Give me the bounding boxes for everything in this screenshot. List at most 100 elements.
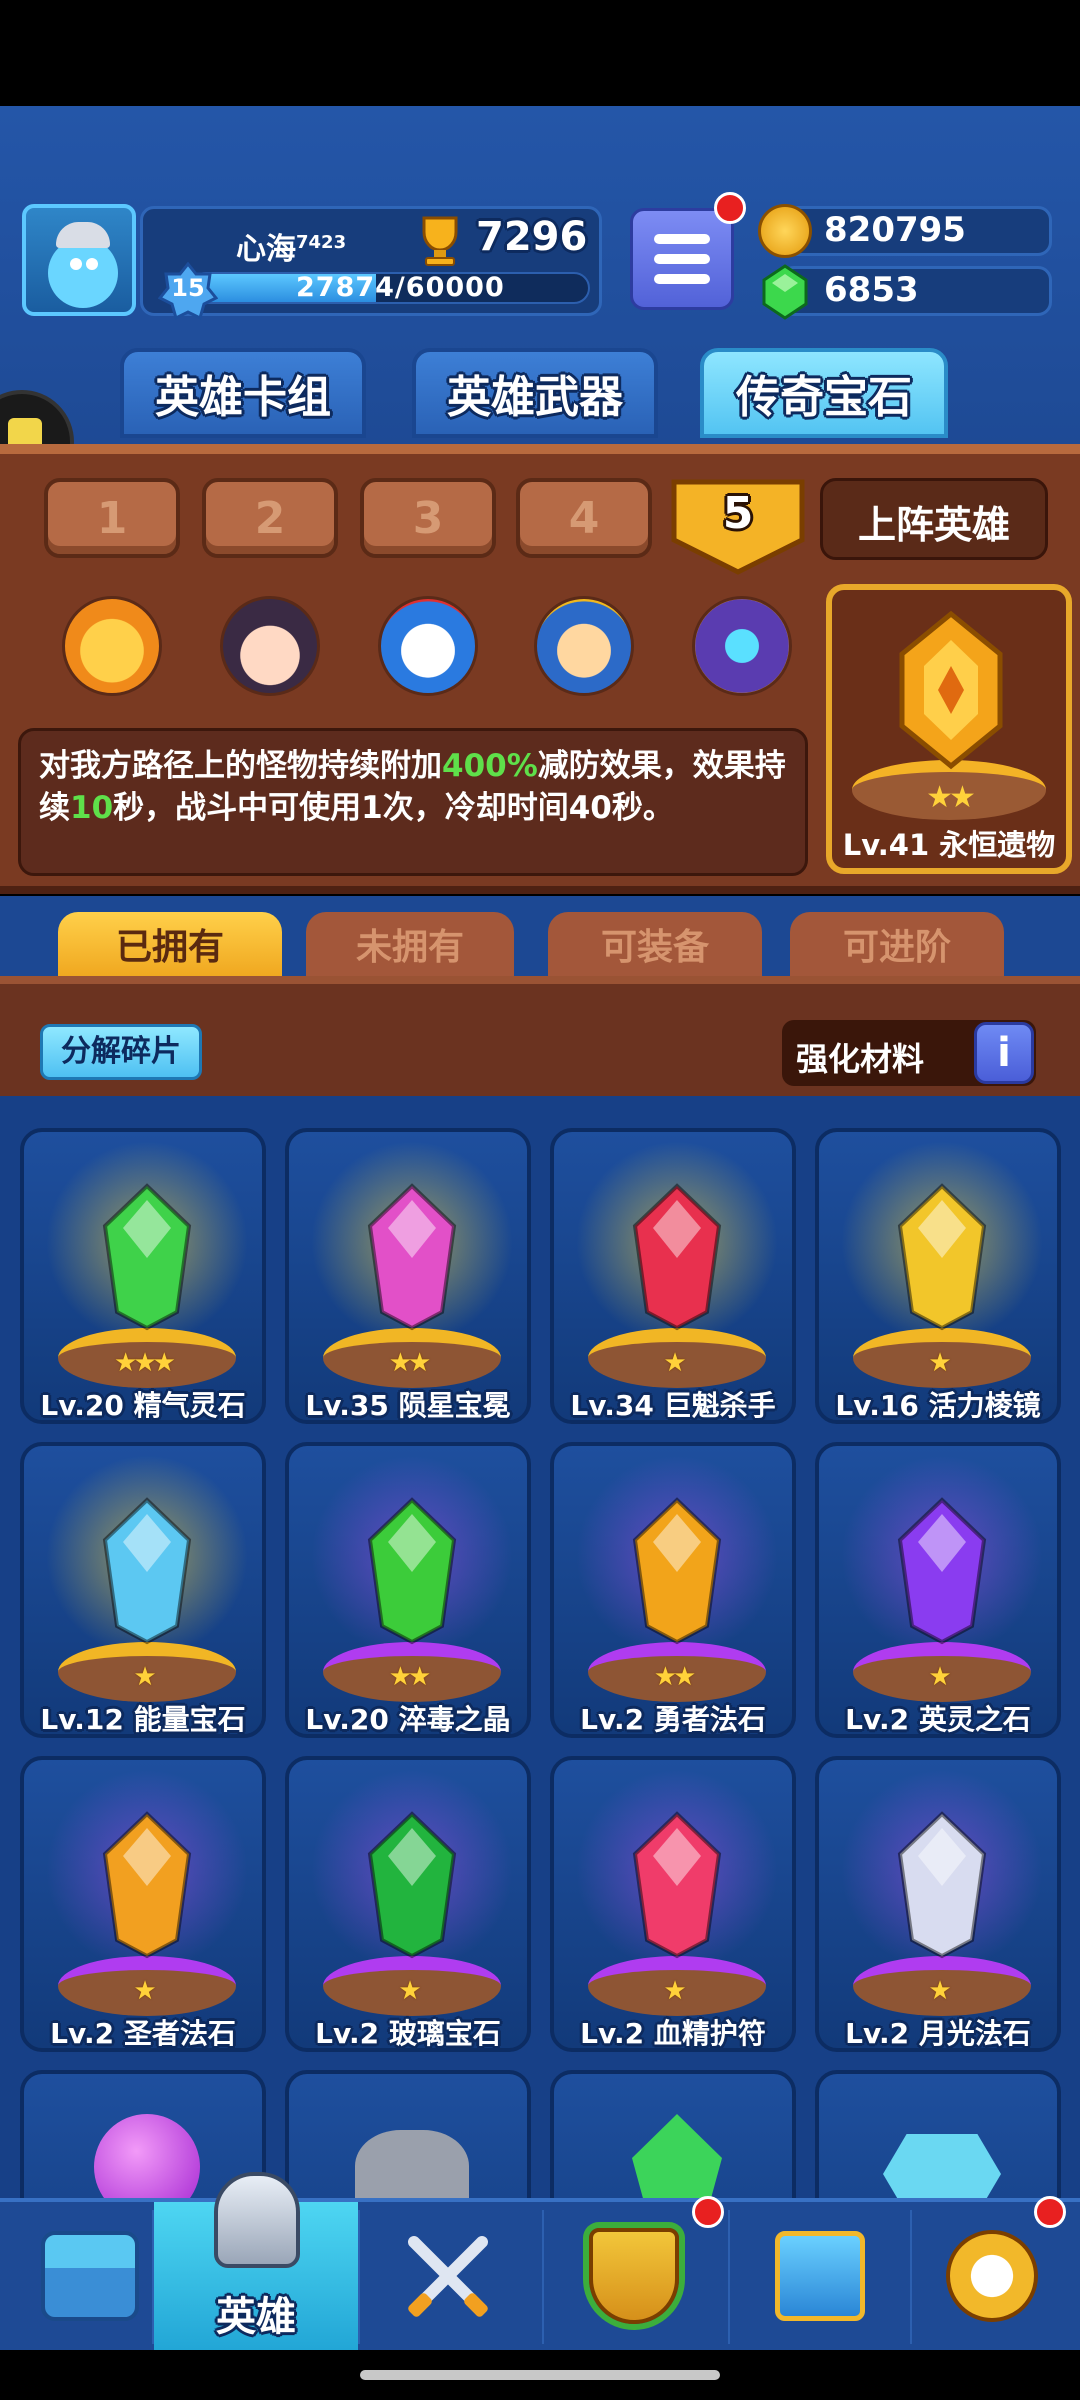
treasure-chest-icon [41,2231,139,2321]
crown-shield-icon [589,2228,679,2324]
gem-description: 对我方路径上的怪物持续附加400%减防效果，效果持续10秒，战斗中可使用1次，冷… [21,731,805,843]
gem-icon [627,1810,727,1960]
filter-tab-equippable[interactable]: 可装备 [548,912,762,976]
gem-stars: ★ [663,1976,686,2006]
gem-card[interactable]: ★ Lv.34 巨魁杀手 [550,1128,796,1424]
gem-card[interactable]: ★ Lv.2 月光法石 [815,1756,1061,2052]
gem-icon [97,1810,197,1960]
equipped-gem-card[interactable]: ★★ Lv.41 永恒遗物 [826,584,1072,874]
gem-label: Lv.20 淬毒之晶 [305,1703,511,1736]
enhance-material-label: 强化材料 [796,1040,925,1078]
hero-pharaoh-portrait[interactable] [534,596,634,696]
eternal-relic-gem-icon [896,610,1006,770]
gem-card-partial[interactable] [285,2070,531,2198]
loadout-label: 上阵英雄 [857,503,1010,547]
gem-card[interactable]: ★★ Lv.2 勇者法石 [550,1442,796,1738]
gem-label: Lv.20 精气灵石 [40,1389,246,1422]
trophy-count: 7296 [476,214,588,260]
gem-card-partial[interactable] [815,2070,1061,2198]
avatar[interactable] [22,204,136,316]
gem-label: Lv.12 能量宝石 [40,1703,246,1736]
status-bar [0,0,1080,106]
gem-card[interactable]: ★ Lv.2 玻璃宝石 [285,1756,531,2052]
system-nav-bar [0,2350,1080,2400]
filter-tab-owned[interactable]: 已拥有 [58,912,282,976]
gem-card-partial[interactable] [20,2070,266,2198]
gem-label: Lv.2 血精护符 [580,2017,766,2050]
desc-highlight-1: 400% [442,748,538,784]
loadout-tab-2[interactable]: 2 [202,478,338,558]
filter-tab-upgradable[interactable]: 可进阶 [790,912,1004,976]
loadout-tab-5-label: 5 [722,488,754,539]
nav-heroes-label: 英雄 [216,2294,296,2340]
gem-stars: ★ [928,1348,951,1378]
gem-stars: ★ [133,1662,156,1692]
desc-text-1: 对我方路径上的怪物持续附加 [39,748,442,784]
decompose-button[interactable]: 分解碎片 [40,1024,202,1080]
info-button[interactable]: i [974,1022,1034,1084]
level-text: 15 [171,274,205,302]
gem-icon [892,1496,992,1646]
menu-button[interactable] [630,208,734,310]
hero-maid-portrait[interactable] [220,596,320,696]
gem-icon [892,1182,992,1332]
gem-stars: ★ [928,1662,951,1692]
gem-icon [362,1810,462,1960]
tab-legend-gem[interactable]: 传奇宝石 [700,348,948,438]
gem-card[interactable]: ★ Lv.12 能量宝石 [20,1442,266,1738]
trophy-icon [412,212,468,268]
gem-amount: 6853 [824,270,919,310]
filter-tab-not-owned[interactable]: 未拥有 [306,912,514,976]
gem-description-box: 对我方路径上的怪物持续附加400%减防效果，效果持续10秒，战斗中可使用1次，冷… [18,728,808,876]
gem-label: Lv.16 活力棱镜 [835,1389,1041,1422]
loadout-tab-3[interactable]: 3 [360,478,496,558]
gem-card[interactable]: ★ Lv.2 圣者法石 [20,1756,266,2052]
gem-stars: ★★ [388,1662,432,1692]
team-banner-icon [775,2231,865,2321]
gem-card[interactable]: ★★ Lv.20 淬毒之晶 [285,1442,531,1738]
hero-duck-portrait[interactable] [62,596,162,696]
loadout-tab-4[interactable]: 4 [516,478,652,558]
nav-battle[interactable] [358,2202,538,2350]
gem-icon [97,1182,197,1332]
loadout-tab-1[interactable]: 1 [44,478,180,558]
menu-notification-dot [714,192,746,224]
gem-label: Lv.2 月光法石 [845,2017,1031,2050]
gold-amount: 820795 [824,210,966,250]
gem-card-partial[interactable] [550,2070,796,2198]
gem-icon [362,1182,462,1332]
tab-hero-weapon[interactable]: 英雄武器 [412,348,658,438]
guild-notification-dot [692,2196,724,2228]
gem-card[interactable]: ★ Lv.16 活力棱镜 [815,1128,1061,1424]
gem-label: Lv.34 巨魁杀手 [570,1389,776,1422]
hero-clown-portrait[interactable] [378,596,478,696]
gem-stars: ★ [928,1976,951,2006]
compass-icon [946,2230,1038,2322]
player-name-suffix: 7423 [296,232,347,253]
nav-heroes-active[interactable]: 英雄 [154,2172,358,2350]
player-name: 心海7423 [236,224,346,268]
hero-robot-portrait[interactable] [692,596,792,696]
desc-text-3: 秒，战斗中可使用1次，冷却时间40秒。 [113,790,674,826]
gem-card[interactable]: ★★ Lv.35 陨星宝冕 [285,1128,531,1424]
gem-card[interactable]: ★ Lv.2 英灵之石 [815,1442,1061,1738]
gem-stars: ★★ [653,1662,697,1692]
xp-text: 27874/60000 [296,272,505,303]
gem-label: Lv.2 玻璃宝石 [315,2017,501,2050]
featured-gem-label: Lv.41 永恒遗物 [842,828,1056,862]
gold-coin-icon [758,204,812,258]
gem-stars: ★ [663,1348,686,1378]
home-indicator [360,2370,720,2380]
gem-card[interactable]: ★ Lv.2 血精护符 [550,1756,796,2052]
gem-label: Lv.2 勇者法石 [580,1703,766,1736]
gem-icon [627,1496,727,1646]
gem-label: Lv.2 英灵之石 [845,1703,1031,1736]
gem-grid: ★★★ Lv.20 精气灵石 ★★ Lv.35 陨星宝冕 ★ Lv.34 巨魁杀手 ★ Lv.… [0,1096,1080,2198]
nav-social[interactable] [730,2202,910,2350]
gem-stars: ★★★ [114,1348,176,1378]
green-gem-icon [760,264,810,320]
gem-stars: ★★ [388,1348,432,1378]
gem-card[interactable]: ★★★ Lv.20 精气灵石 [20,1128,266,1424]
tab-hero-deck[interactable]: 英雄卡组 [120,348,366,438]
knight-helmet-icon [214,2172,300,2268]
